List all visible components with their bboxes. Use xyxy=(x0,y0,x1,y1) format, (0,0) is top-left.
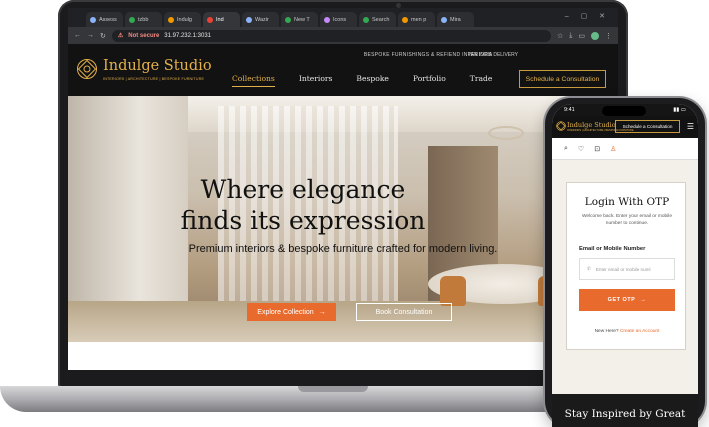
book-consultation-button[interactable]: Book Consultation xyxy=(356,303,452,321)
main-nav: Collections Interiors Bespoke Portfolio … xyxy=(232,74,516,87)
browser-tab[interactable]: Mira xyxy=(437,12,474,27)
user-icon[interactable]: ♙ xyxy=(610,145,616,153)
hero-subtitle: Premium interiors & bespoke furniture cr… xyxy=(188,243,498,255)
browser-tab[interactable]: Wazir xyxy=(242,12,279,27)
footer-heading: Stay Inspired by Great xyxy=(564,408,686,420)
phone-site-header: Indulge Studio INTERIORS | ARCHITECTURE … xyxy=(552,116,698,138)
phone-schedule-consultation-button[interactable]: Schedule a Consultation xyxy=(615,120,680,133)
status-time: 9:41 xyxy=(564,107,575,113)
phone-screen: 9:41 ▮▮ ▭ Indulge Studio INTERIORS | ARC… xyxy=(552,104,698,427)
phone-icon-bar: ⌕ ♡ ⊡ ♙ xyxy=(552,138,698,160)
schedule-consultation-button[interactable]: Schedule a Consultation xyxy=(519,70,606,88)
browser-tab[interactable]: Assess xyxy=(86,12,123,27)
favicon-icon xyxy=(441,16,447,23)
login-card: Login With OTP Welcome back. Enter your … xyxy=(566,182,686,350)
not-secure-icon: ⚠ xyxy=(117,33,124,39)
site-header: BESPOKE FURNISHINGS & REFIEND INTERIORS … xyxy=(68,44,618,96)
get-otp-button[interactable]: GET OTP → xyxy=(579,289,675,311)
profile-avatar[interactable] xyxy=(591,31,599,40)
device-mockup: Assess tzbb Indulg Ind Wazir New T Icons… xyxy=(0,0,709,427)
page-below-hero xyxy=(68,342,618,370)
favicon-icon xyxy=(168,16,174,23)
brand-logo-icon[interactable] xyxy=(76,58,98,80)
explore-collection-button[interactable]: Explore Collection → xyxy=(247,303,336,321)
arrow-right-icon: → xyxy=(640,297,647,303)
browser-toolbar-icons: ☆ ⤓ ▭ ⋮ xyxy=(557,31,612,40)
phone-frame: 9:41 ▮▮ ▭ Indulge Studio INTERIORS | ARC… xyxy=(545,98,705,427)
menu-dots-icon[interactable]: ⋮ xyxy=(605,32,612,40)
favicon-icon xyxy=(129,16,135,23)
hero-image-floor xyxy=(68,301,618,342)
browser-tab-active[interactable]: Ind xyxy=(203,12,240,27)
create-account-link[interactable]: Create an Account xyxy=(620,329,659,334)
email-mobile-input[interactable]: ✆ Enter email or mobile numl xyxy=(579,258,675,280)
arrow-right-icon: → xyxy=(318,308,326,316)
favicon-icon xyxy=(285,16,291,23)
dynamic-island xyxy=(602,106,646,116)
forward-arrow-icon[interactable]: → xyxy=(87,32,94,39)
security-label: Not secure xyxy=(128,32,160,39)
phone-footer-section: Stay Inspired by Great xyxy=(552,394,698,427)
login-title: Login With OTP xyxy=(584,196,670,208)
login-field-label: Email or Mobile Number xyxy=(579,246,646,252)
hero-section: ⌕ 👤 Where elegance finds its expression … xyxy=(68,96,618,342)
download-icon[interactable]: ⤓ xyxy=(569,32,572,40)
window-controls-icon[interactable]: – ▢ ✕ xyxy=(565,12,610,20)
signal-battery-icon: ▮▮ ▭ xyxy=(673,107,686,113)
brand-logo-icon[interactable] xyxy=(556,121,566,131)
favicon-icon xyxy=(324,16,330,23)
login-description: Welcome back. Enter your email or mobile… xyxy=(581,214,673,226)
hero-image-chair xyxy=(440,276,466,306)
brand-tagline: INTERIORS | ARCHITECTURE | BESPOKE FURNI… xyxy=(103,77,205,81)
reload-icon[interactable]: ↻ xyxy=(100,32,106,40)
phone-icon: ✆ xyxy=(587,266,591,271)
browser-tab[interactable]: Indulg xyxy=(164,12,201,27)
topbar-delivery: PAN INDIA DELIVERY xyxy=(467,52,518,58)
nav-collections[interactable]: Collections xyxy=(232,74,275,87)
back-arrow-icon[interactable]: ← xyxy=(74,32,81,39)
search-icon[interactable]: ⌕ xyxy=(564,145,568,153)
url-omnibox[interactable]: ⚠ Not secure 31.97.232.1:3031 xyxy=(111,29,551,42)
star-icon[interactable]: ☆ xyxy=(557,32,563,40)
favicon-icon xyxy=(363,16,369,23)
favicon-icon xyxy=(90,16,96,23)
nav-bespoke[interactable]: Bespoke xyxy=(356,74,389,87)
browser-address-bar: ← → ↻ ⚠ Not secure 31.97.232.1:3031 ☆ ⤓ … xyxy=(68,27,618,44)
hero-image-lamp xyxy=(488,126,524,140)
browser-tab[interactable]: tzbb xyxy=(125,12,162,27)
heart-icon[interactable]: ♡ xyxy=(578,145,584,153)
browser-tab[interactable]: Search xyxy=(359,12,396,27)
nav-trade[interactable]: Trade xyxy=(470,74,493,87)
nav-portfolio[interactable]: Portfolio xyxy=(413,74,446,87)
bag-icon[interactable]: ⊡ xyxy=(594,145,600,153)
hamburger-menu-icon[interactable]: ☰ xyxy=(687,122,694,131)
url-text: 31.97.232.1:3031 xyxy=(164,32,211,39)
laptop-notch xyxy=(298,386,368,392)
laptop-screen: Assess tzbb Indulg Ind Wazir New T Icons… xyxy=(68,8,618,370)
favicon-icon xyxy=(402,16,408,23)
brand-name[interactable]: Indulge Studio xyxy=(103,58,212,74)
hero-title: Where elegance finds its expression xyxy=(180,175,426,235)
nav-interiors[interactable]: Interiors xyxy=(299,74,333,87)
browser-tab[interactable]: men p xyxy=(398,12,435,27)
create-account-prompt: New Here? Create an Account xyxy=(594,329,660,334)
favicon-icon xyxy=(246,16,252,23)
browser-tab[interactable]: Icons xyxy=(320,12,357,27)
browser-tab-bar: Assess tzbb Indulg Ind Wazir New T Icons… xyxy=(68,8,618,27)
favicon-icon xyxy=(207,16,213,23)
browser-tab[interactable]: New T xyxy=(281,12,318,27)
phone-brand-name[interactable]: Indulge Studio xyxy=(567,121,616,129)
sidebar-icon[interactable]: ▭ xyxy=(578,32,585,40)
